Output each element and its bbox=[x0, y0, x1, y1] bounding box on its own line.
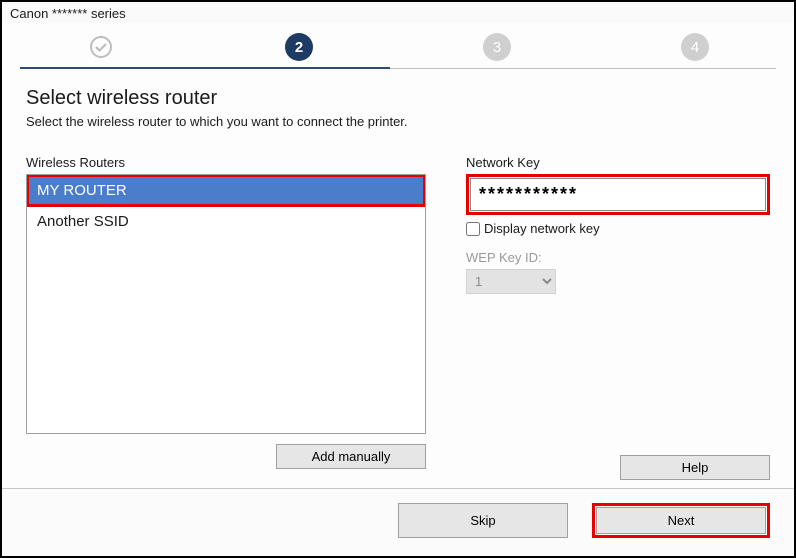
wep-key-id-label: WEP Key ID: bbox=[466, 250, 770, 265]
display-key-checkbox[interactable] bbox=[466, 222, 480, 236]
network-key-label: Network Key bbox=[466, 155, 770, 170]
footer-bar: Skip Next bbox=[2, 488, 794, 556]
next-button-highlight: Next bbox=[592, 503, 770, 538]
step-indicator: 2 3 4 bbox=[2, 23, 794, 69]
help-button[interactable]: Help bbox=[620, 455, 770, 480]
network-key-highlight bbox=[466, 174, 770, 215]
window-title: Canon ******* series bbox=[2, 2, 794, 23]
step-3: 3 bbox=[483, 33, 511, 61]
setup-window: Canon ******* series 2 3 4 Select wirele… bbox=[0, 0, 796, 558]
display-key-row[interactable]: Display network key bbox=[466, 221, 770, 236]
stepper-progress bbox=[20, 67, 390, 69]
router-list[interactable]: MY ROUTER Another SSID bbox=[26, 174, 426, 434]
router-item-selected[interactable]: MY ROUTER bbox=[27, 175, 425, 206]
network-key-input[interactable] bbox=[470, 178, 766, 211]
step-2-active: 2 bbox=[285, 33, 313, 61]
step-4: 4 bbox=[681, 33, 709, 61]
router-ssid: MY ROUTER bbox=[37, 182, 127, 199]
display-key-label: Display network key bbox=[484, 221, 600, 236]
page-subtitle: Select the wireless router to which you … bbox=[26, 114, 770, 129]
add-manually-button[interactable]: Add manually bbox=[276, 444, 426, 469]
wep-key-id-select: 1 bbox=[466, 269, 556, 294]
router-ssid: Another SSID bbox=[37, 213, 129, 230]
skip-button[interactable]: Skip bbox=[398, 503, 568, 538]
routers-label: Wireless Routers bbox=[26, 155, 426, 170]
router-item[interactable]: Another SSID bbox=[27, 206, 425, 237]
content-area: Select wireless router Select the wirele… bbox=[2, 69, 794, 488]
step-1-done-icon bbox=[87, 33, 115, 61]
next-button[interactable]: Next bbox=[596, 507, 766, 534]
page-heading: Select wireless router bbox=[26, 87, 770, 110]
